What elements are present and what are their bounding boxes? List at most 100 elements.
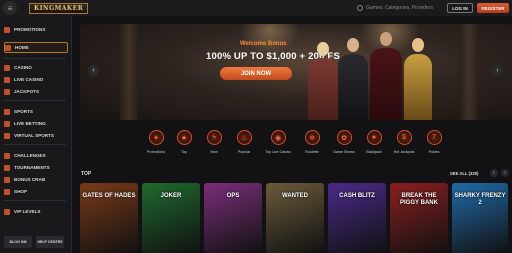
sidebar-item-jackpots[interactable]: JACKPOTS [4,86,68,97]
banner-pillar [120,24,138,120]
game-title: BREAK THE PIGGY BANK [400,193,438,206]
game-title: GATES OF HADES [82,193,136,199]
sidebar-item-label: SHOP [14,189,28,194]
game-tile[interactable]: JOKER [142,183,200,253]
register-button[interactable]: REGISTER [477,3,509,13]
trophy-icon: ★ [176,130,192,145]
banner-next-arrow[interactable]: › [492,65,503,76]
game-tile[interactable]: WANTED [266,183,324,253]
casino-page: ≡ KINGMAKER Games, Categories, Providers… [0,0,512,253]
character-man [338,54,368,120]
category-label: Hot Jackpots [393,150,415,154]
sidebar-item-vip-levels[interactable]: VIP LEVELS [4,206,68,217]
sidebar-item-label: CHALLENGES [14,153,46,158]
game-title: CASH BLITZ [339,193,375,199]
category-roulette[interactable]: ✲ Roulette [294,128,330,160]
sidebar-item-label: BONUS CRAB [14,177,46,182]
character-head [317,42,329,56]
fire-icon: ♨ [236,130,252,145]
sidebar-item-bonus-crab[interactable]: BONUS CRAB [4,174,68,185]
live-icon [4,76,10,83]
sidebar-item-label: VIP LEVELS [14,209,41,214]
gift-icon: ✦ [148,130,164,145]
bonus-title: Welcome Bonus [240,41,287,47]
banner-prev-arrow[interactable]: ‹ [88,65,99,76]
lightning-icon: ϟ [206,130,222,145]
section-next-arrow[interactable]: › [501,169,509,177]
category-top-live-casino[interactable]: ◉ Top Live Casino [260,128,296,160]
ball-icon [4,108,10,115]
character-head [412,38,424,52]
sidebar: PROMOTIONS HOME CASINO LIVE CASINO JACKP… [0,16,72,253]
sidebar-item-label: TOURNAMENTS [14,165,50,170]
section-prev-arrow[interactable]: ‹ [490,169,498,177]
search-input[interactable]: Games, Categories, Providers [357,3,445,13]
banner-light [240,24,300,54]
site-logo[interactable]: KINGMAKER [29,2,89,14]
category-label: Promotions [146,150,166,154]
sidebar-item-label: VIRTUAL SPORTS [14,133,54,138]
game-title: SHARKY FRENZY 2 [454,193,506,206]
category-bar: ✦ Promotions ★ Top ϟ New ♨ Popular ◉ Top Live… [80,128,512,160]
gift-icon [4,26,10,33]
see-all-link[interactable]: SEE ALL (329) [450,171,478,176]
sidebar-bottom: BLOG KM HELP CENTRE [4,236,64,248]
sidebar-item-virtual-sports[interactable]: VIRTUAL SPORTS [4,130,68,141]
join-now-button[interactable]: JOIN NOW [220,67,292,80]
category-label: New [210,150,218,154]
vip-icon [4,208,10,215]
banner-pillar [460,24,478,120]
challenge-icon [4,152,10,159]
sidebar-item-label: CASINO [14,65,32,70]
sidebar-item-label: LIVE BETTING [14,121,46,126]
help-centre-button[interactable]: HELP CENTRE [36,236,64,248]
sidebar-divider [4,200,66,201]
sidebar-item-label: JACKPOTS [14,89,40,94]
category-label: Top Live Casino [265,150,291,154]
sidebar-item-challenges[interactable]: CHALLENGES [4,150,68,161]
sidebar-item-label: SPORTS [14,109,33,114]
category-popular[interactable]: ♨ Popular [226,128,262,160]
section-title-top: TOP [81,171,92,177]
sidebar-item-casino[interactable]: CASINO [4,62,68,73]
character-head [380,32,392,46]
character-man-red [370,48,402,120]
game-tile[interactable]: BREAK THE PIGGY BANK [390,183,448,253]
trophy-icon [4,164,10,171]
sidebar-item-label: PROMOTIONS [14,27,46,32]
character-man-gold [404,54,432,120]
roulette-icon: ✲ [304,130,320,145]
sidebar-divider [4,144,66,145]
sidebar-divider [4,58,66,59]
shop-icon [4,188,10,195]
sidebar-item-home[interactable]: HOME [4,42,68,53]
virtual-sports-icon [4,132,10,139]
sidebar-item-promotions[interactable]: PROMOTIONS [4,24,68,35]
sidebar-item-shop[interactable]: SHOP [4,186,68,197]
login-button[interactable]: LOG IN [447,3,473,13]
sidebar-item-label: LIVE CASINO [14,77,44,82]
game-tile[interactable]: GATES OF HADES [80,183,138,253]
game-tile[interactable]: OPS [204,183,262,253]
category-label: Roulette [305,150,319,154]
game-title: WANTED [282,193,308,199]
promo-banner[interactable]: Welcome Bonus 100% UP TO $1,000 + 200 FS… [80,24,512,120]
sidebar-item-live-casino[interactable]: LIVE CASINO [4,74,68,85]
category-label: Popular [237,150,251,154]
game-show-icon: ✿ [336,130,352,145]
search-placeholder: Games, Categories, Providers [366,5,433,11]
cards-icon: ♠ [366,130,382,145]
category-pokies[interactable]: 7 Pokies [416,128,452,160]
sidebar-item-tournaments[interactable]: TOURNAMENTS [4,162,68,173]
live-betting-icon [4,120,10,127]
sidebar-item-sports[interactable]: SPORTS [4,106,68,117]
menu-icon[interactable]: ≡ [3,1,17,15]
category-label: Top [181,150,187,154]
live-casino-icon: ◉ [270,130,286,145]
game-tile[interactable]: SHARKY FRENZY 2 [452,183,508,253]
sidebar-item-label: HOME [15,45,29,50]
game-tile[interactable]: CASH BLITZ [328,183,386,253]
sidebar-item-live-betting[interactable]: LIVE BETTING [4,118,68,129]
pokies-icon: 7 [426,130,442,145]
blog-button[interactable]: BLOG KM [4,236,32,248]
